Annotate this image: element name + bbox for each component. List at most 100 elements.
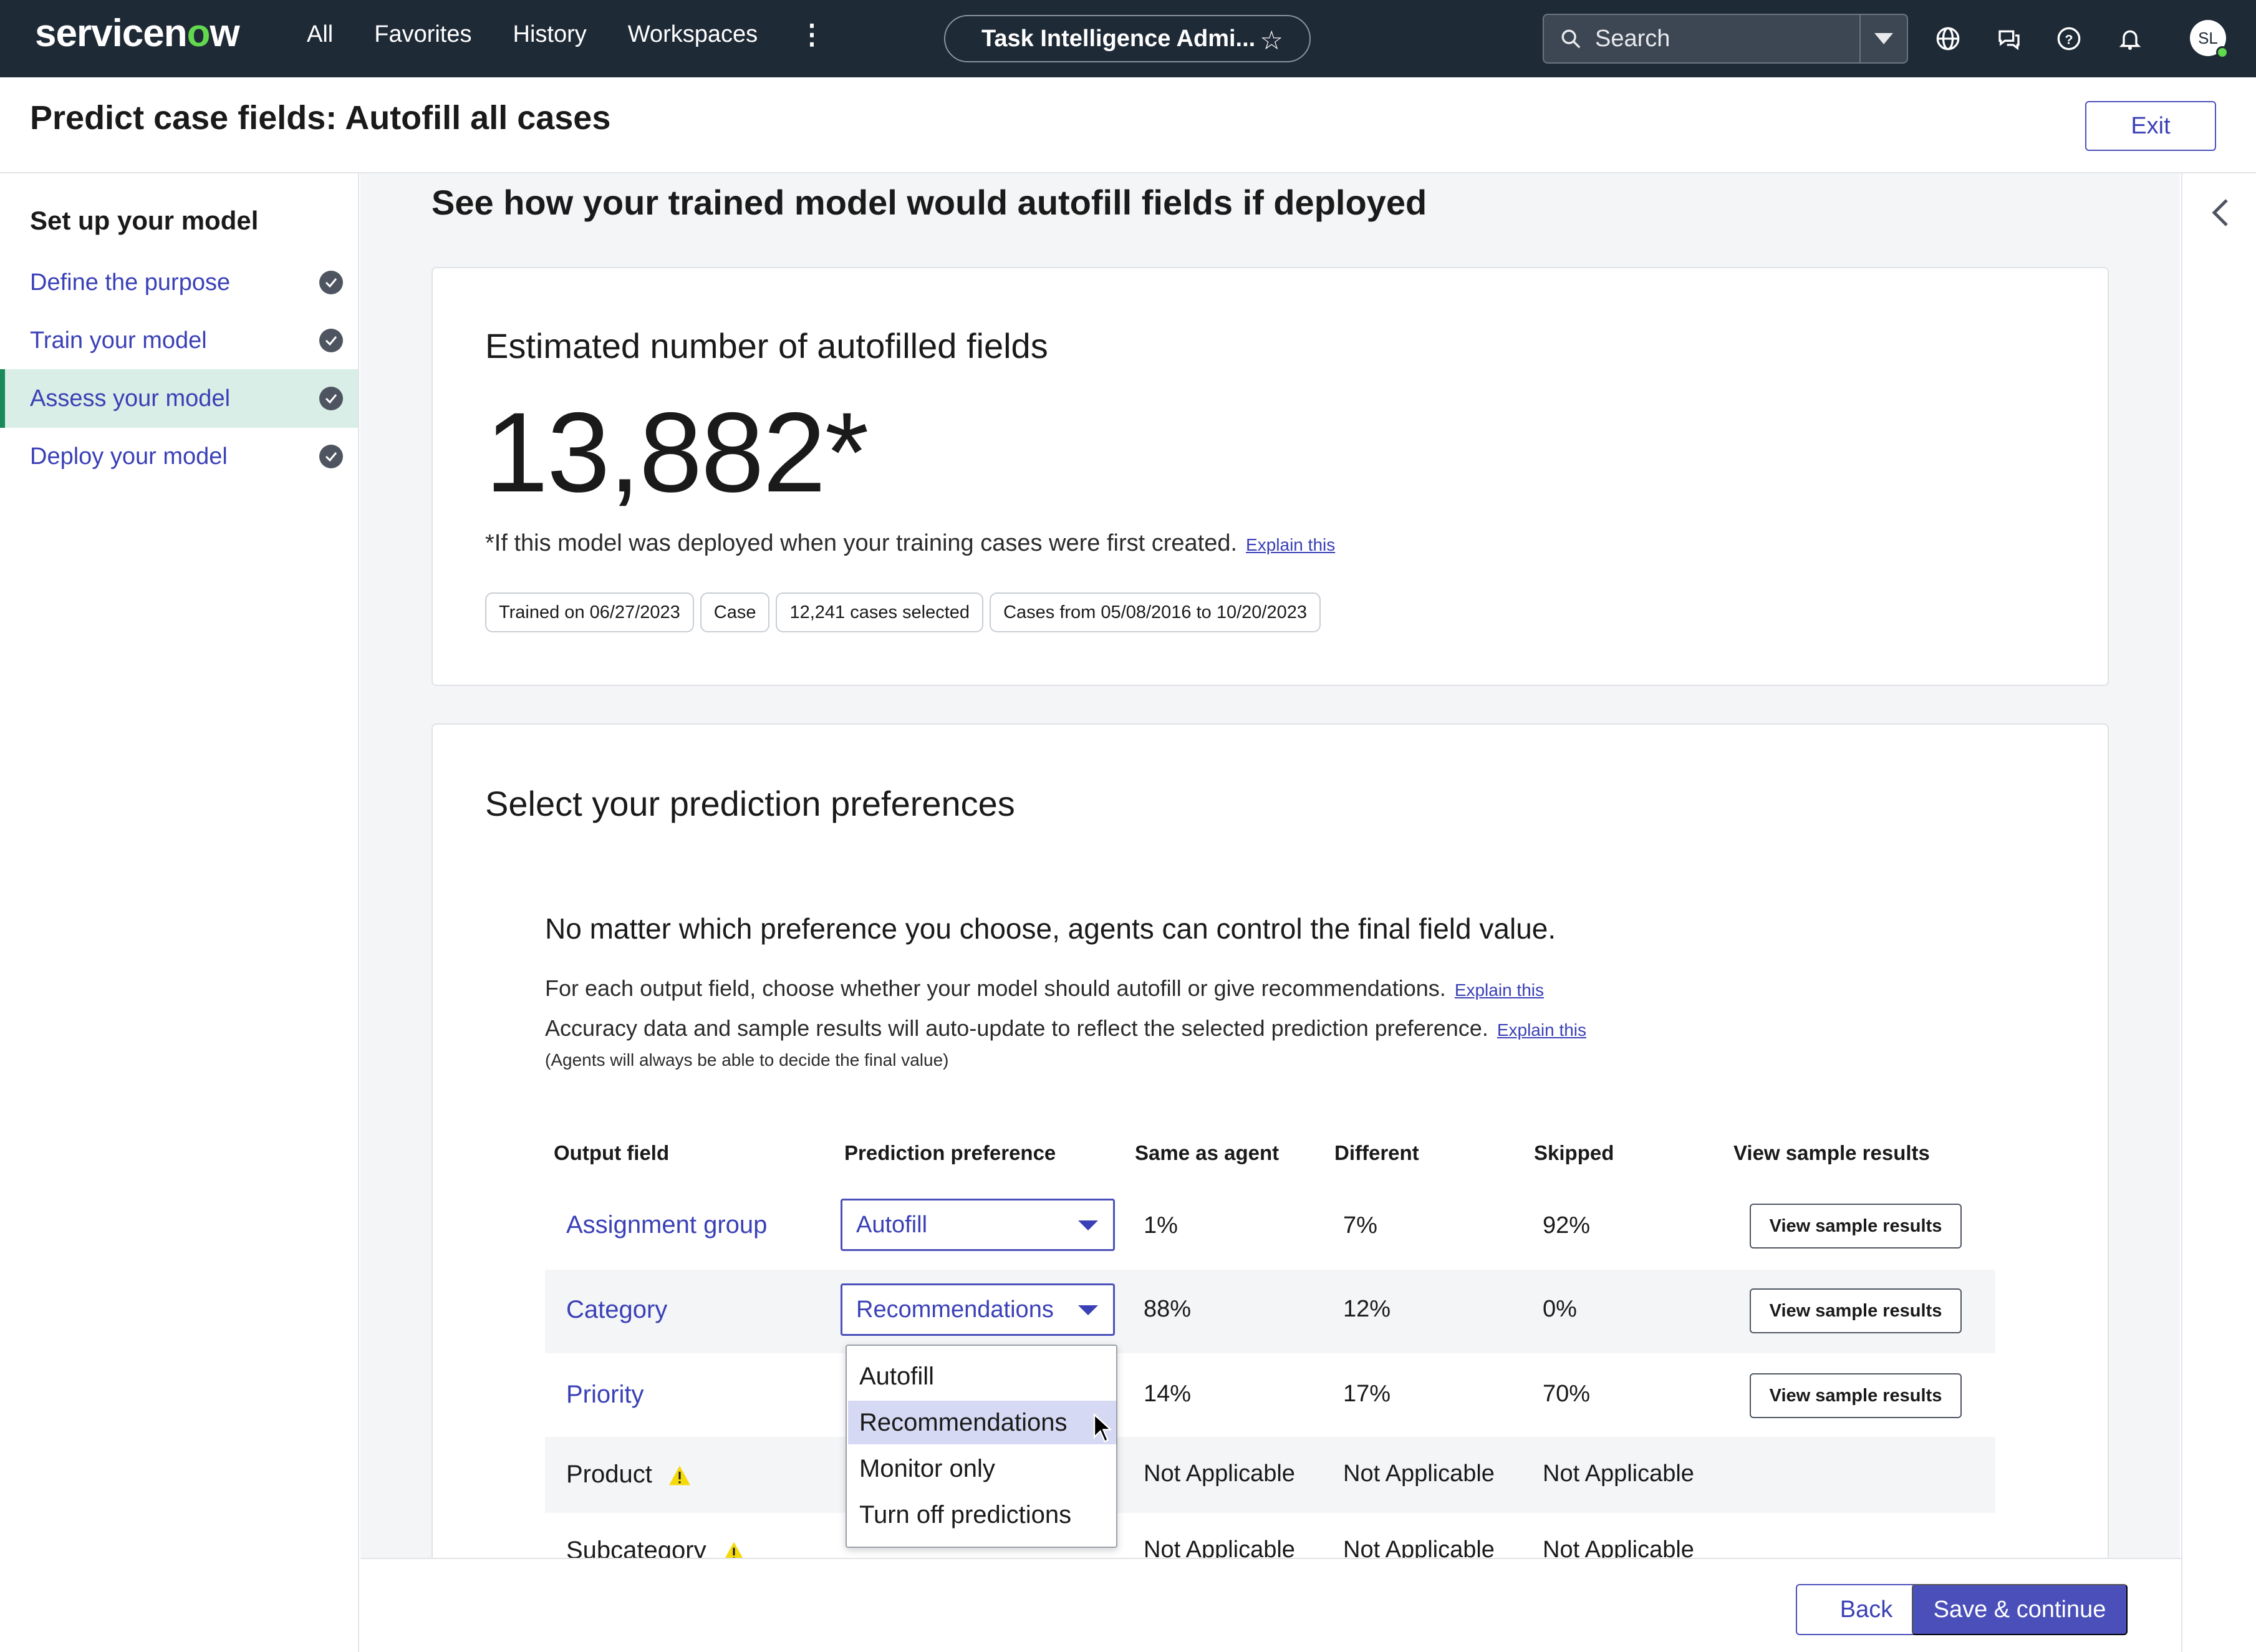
output-field-name: Product bbox=[566, 1461, 692, 1489]
search-scope-dropdown[interactable] bbox=[1861, 15, 1907, 62]
bottom-action-bar: Back Save & continue bbox=[360, 1558, 2181, 1652]
avatar-initials: SL bbox=[2198, 28, 2218, 47]
skipped-value: 0% bbox=[1543, 1296, 1577, 1322]
preferences-title: Select your prediction preferences bbox=[485, 784, 1015, 823]
chat-icon[interactable] bbox=[1997, 26, 2022, 51]
footnote-text: *If this model was deployed when your tr… bbox=[485, 530, 1238, 556]
chip-trained-date: Trained on 06/27/2023 bbox=[485, 592, 694, 632]
dropdown-option-monitor-only[interactable]: Monitor only bbox=[848, 1447, 1116, 1490]
chevron-left-icon[interactable] bbox=[2210, 197, 2231, 228]
explain-link[interactable]: Explain this bbox=[1246, 535, 1335, 554]
output-field-name[interactable]: Priority bbox=[566, 1381, 644, 1409]
output-field-name[interactable]: Assignment group bbox=[566, 1211, 767, 1239]
svg-text:?: ? bbox=[2065, 31, 2073, 47]
chip-cases-selected: 12,241 cases selected bbox=[776, 592, 984, 632]
online-status-dot bbox=[2216, 46, 2229, 59]
warning-icon bbox=[725, 1542, 743, 1558]
sidebar-item-label: Define the purpose bbox=[30, 269, 231, 296]
estimate-footnote: *If this model was deployed when your tr… bbox=[485, 530, 1335, 557]
nav-link-favorites[interactable]: Favorites bbox=[374, 21, 471, 48]
select-value: Recommendations bbox=[856, 1296, 1054, 1323]
output-field-name[interactable]: Category bbox=[566, 1296, 667, 1324]
line-1-text: For each output field, choose whether yo… bbox=[545, 975, 1446, 1001]
check-circle-icon bbox=[319, 271, 343, 294]
line-2-text: Accuracy data and sample results will au… bbox=[545, 1015, 1488, 1041]
search-input[interactable]: Search bbox=[1595, 26, 1859, 52]
warning-icon bbox=[668, 1466, 690, 1485]
page-title: Predict case fields: Autofill all cases bbox=[30, 99, 611, 137]
col-header-prediction-preference: Prediction preference bbox=[844, 1141, 1056, 1164]
dropdown-option-autofill[interactable]: Autofill bbox=[848, 1355, 1116, 1398]
chevron-down-icon bbox=[1874, 33, 1893, 44]
dropdown-option-recommendations[interactable]: Recommendations bbox=[848, 1401, 1116, 1444]
explain-link[interactable]: Explain this bbox=[1455, 980, 1544, 1000]
output-field-label: Subcategory bbox=[566, 1537, 706, 1558]
context-title: Task Intelligence Admi... bbox=[981, 25, 1256, 52]
output-field-name: Subcategory bbox=[566, 1537, 746, 1558]
estimate-card: Estimated number of autofilled fields 13… bbox=[431, 267, 2109, 686]
preferences-line-1: For each output field, choose whether yo… bbox=[545, 975, 1544, 1002]
preferences-line-2: Accuracy data and sample results will au… bbox=[545, 1015, 1586, 1041]
view-sample-results-button[interactable]: View sample results bbox=[1750, 1288, 1962, 1333]
sidebar-item-deploy-model[interactable]: Deploy your model bbox=[0, 427, 358, 486]
main-content[interactable]: See how your trained model would autofil… bbox=[360, 173, 2180, 1558]
prediction-preference-select[interactable]: Recommendations bbox=[841, 1283, 1115, 1336]
different-value: 7% bbox=[1343, 1212, 1377, 1239]
global-search[interactable]: Search bbox=[1543, 14, 1908, 64]
different-value: Not Applicable bbox=[1343, 1461, 1495, 1487]
same-as-agent-value: 14% bbox=[1144, 1381, 1192, 1407]
col-header-view-sample-results: View sample results bbox=[1733, 1141, 1930, 1164]
servicenow-logo[interactable]: servicenow bbox=[35, 11, 240, 56]
help-icon[interactable]: ? bbox=[2056, 26, 2081, 51]
skipped-value: 70% bbox=[1543, 1381, 1591, 1407]
more-vertical-icon[interactable]: ⋮ bbox=[798, 19, 826, 51]
caret-down-icon bbox=[1078, 1220, 1098, 1230]
prediction-preference-dropdown-menu: Autofill Recommendations Monitor only Tu… bbox=[846, 1345, 1117, 1548]
prediction-preference-select[interactable]: Autofill bbox=[841, 1199, 1115, 1251]
col-header-output-field: Output field bbox=[554, 1141, 670, 1164]
sidebar-item-label: Train your model bbox=[30, 327, 207, 354]
check-circle-icon bbox=[319, 445, 343, 468]
context-title-pill[interactable]: Task Intelligence Admi... ☆ bbox=[944, 15, 1311, 62]
section-title: See how your trained model would autofil… bbox=[431, 183, 1427, 222]
skipped-value: Not Applicable bbox=[1543, 1537, 1694, 1558]
favorite-star-icon[interactable]: ☆ bbox=[1260, 25, 1283, 56]
table-row: Priority 14% 17% 70% View sample results bbox=[545, 1353, 1995, 1437]
same-as-agent-value: Not Applicable bbox=[1144, 1461, 1295, 1487]
nav-link-all[interactable]: All bbox=[307, 21, 333, 48]
exit-button[interactable]: Exit bbox=[2085, 101, 2216, 151]
bell-icon[interactable] bbox=[2118, 26, 2143, 51]
preferences-small-note: (Agents will always be able to decide th… bbox=[545, 1050, 949, 1070]
check-circle-icon bbox=[319, 329, 343, 352]
explain-link[interactable]: Explain this bbox=[1497, 1020, 1586, 1040]
table-row: Category Recommendations 88% 12% 0% View… bbox=[545, 1270, 1995, 1353]
sidebar-item-train-model[interactable]: Train your model bbox=[0, 311, 358, 370]
sidebar-item-define-purpose[interactable]: Define the purpose bbox=[0, 253, 358, 312]
same-as-agent-value: 88% bbox=[1144, 1296, 1192, 1322]
nav-link-history[interactable]: History bbox=[513, 21, 587, 48]
right-panel-strip bbox=[2181, 173, 2256, 1652]
view-sample-results-button[interactable]: View sample results bbox=[1750, 1373, 1962, 1418]
user-avatar[interactable]: SL bbox=[2190, 20, 2229, 59]
dropdown-option-turn-off-predictions[interactable]: Turn off predictions bbox=[848, 1493, 1116, 1537]
col-header-skipped: Skipped bbox=[1534, 1141, 1614, 1164]
sidebar-item-assess-model[interactable]: Assess your model bbox=[0, 369, 358, 428]
output-field-label: Product bbox=[566, 1461, 652, 1488]
save-continue-button[interactable]: Save & continue bbox=[1912, 1584, 2128, 1635]
table-row: Subcategory Not Applicable Not Applicabl… bbox=[545, 1513, 1995, 1558]
skipped-value: Not Applicable bbox=[1543, 1461, 1694, 1487]
table-row: Product Not Applicable Not Applicable No… bbox=[545, 1437, 1995, 1513]
caret-down-icon bbox=[1078, 1305, 1098, 1315]
col-header-same-as-agent: Same as agent bbox=[1135, 1141, 1280, 1164]
view-sample-results-button[interactable]: View sample results bbox=[1750, 1204, 1962, 1249]
col-header-different: Different bbox=[1334, 1141, 1419, 1164]
search-icon bbox=[1561, 29, 1581, 49]
model-info-chips: Trained on 06/27/2023 Case 12,241 cases … bbox=[485, 592, 1321, 632]
preferences-card: Select your prediction preferences No ma… bbox=[431, 723, 2109, 1558]
page-header: Predict case fields: Autofill all cases … bbox=[0, 77, 2256, 173]
skipped-value: 92% bbox=[1543, 1212, 1591, 1239]
nav-link-workspaces[interactable]: Workspaces bbox=[628, 21, 758, 48]
globe-icon[interactable] bbox=[1935, 26, 1960, 51]
sidebar-item-label: Assess your model bbox=[30, 385, 231, 412]
table-row: Assignment group Autofill 1% 7% 92% View… bbox=[545, 1186, 1995, 1270]
